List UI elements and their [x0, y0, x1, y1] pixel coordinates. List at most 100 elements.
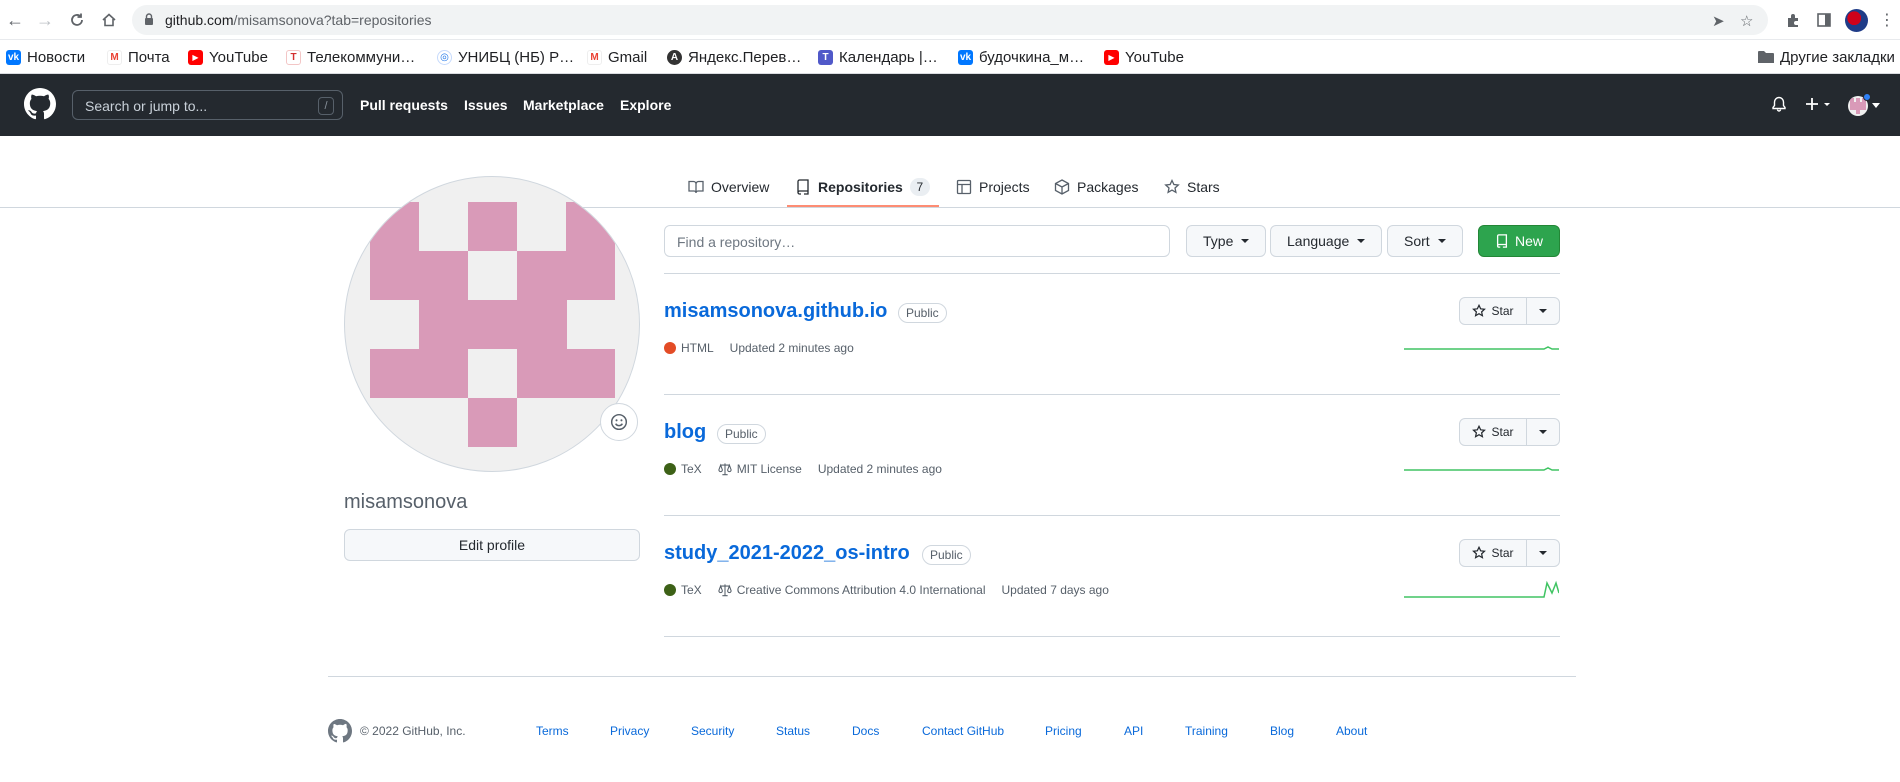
tab-overview[interactable]: Overview: [688, 168, 769, 206]
caret-down-icon: [1357, 239, 1366, 243]
footer-link-docs[interactable]: Docs: [852, 724, 879, 738]
bookmark-item[interactable]: A Яндекс.Перев…: [667, 46, 801, 68]
plus-icon: [1806, 98, 1830, 110]
nav-pull-requests[interactable]: Pull requests: [360, 97, 448, 113]
chevron-down-icon: [1872, 103, 1880, 108]
footer-link-status[interactable]: Status: [776, 724, 810, 738]
repo-meta: TeX MIT License Updated 2 minutes ago: [664, 462, 958, 476]
extensions-icon[interactable]: [1782, 9, 1804, 31]
create-new-menu[interactable]: [1805, 96, 1833, 117]
browser-profile-avatar[interactable]: [1845, 9, 1868, 32]
nav-marketplace[interactable]: Marketplace: [523, 97, 604, 113]
bookmark-item[interactable]: vk будочкина_м…: [958, 46, 1084, 68]
set-status-button[interactable]: [600, 403, 638, 441]
visibility-badge: Public: [717, 424, 766, 444]
sort-dropdown[interactable]: Sort: [1387, 225, 1463, 257]
teams-icon: T: [818, 49, 833, 65]
bookmark-item[interactable]: ◎ УНИБЦ (НБ) Р…: [437, 46, 574, 68]
footer-link-security[interactable]: Security: [691, 724, 734, 738]
nav-issues[interactable]: Issues: [464, 97, 508, 113]
tab-packages[interactable]: Packages: [1054, 168, 1138, 206]
repo-icon: [1496, 234, 1508, 248]
edit-profile-button[interactable]: Edit profile: [344, 529, 640, 561]
smiley-icon: [610, 413, 628, 431]
gmail-icon: M: [107, 49, 122, 65]
visibility-badge: Public: [898, 303, 947, 323]
repo-language: TeX: [664, 462, 702, 476]
back-arrow-icon[interactable]: ←: [4, 9, 26, 31]
bookmark-item[interactable]: T Календарь |…: [818, 46, 938, 68]
gmail-icon: M: [587, 49, 602, 65]
bookmark-item[interactable]: T Телекоммуни…: [286, 46, 415, 68]
caret-down-icon: [1539, 551, 1547, 555]
reload-icon[interactable]: [66, 9, 88, 31]
other-bookmarks[interactable]: Другие закладки: [1758, 46, 1895, 68]
tab-projects[interactable]: Projects: [956, 168, 1030, 206]
vk-icon: vk: [6, 49, 21, 65]
footer-link-about[interactable]: About: [1336, 724, 1367, 738]
notification-bell-icon[interactable]: [1771, 96, 1787, 117]
star-list-dropdown[interactable]: [1527, 419, 1559, 445]
star-button-group: Star: [1459, 418, 1560, 446]
search-input[interactable]: Search or jump to... /: [72, 90, 343, 120]
list-divider: [664, 515, 1560, 516]
activity-sparkline: [1404, 346, 1559, 350]
bookmark-item[interactable]: ▶ YouTube: [1104, 46, 1184, 68]
star-list-dropdown[interactable]: [1527, 540, 1559, 566]
tab-stars[interactable]: Stars: [1164, 168, 1220, 206]
chrome-menu-icon[interactable]: ⋮: [1876, 9, 1898, 31]
repo-license: Creative Commons Attribution 4.0 Interna…: [718, 583, 985, 597]
github-logo-icon[interactable]: [24, 88, 56, 120]
repo-updated: Updated 7 days ago: [1001, 583, 1109, 597]
star-button[interactable]: Star: [1460, 419, 1527, 445]
address-bar[interactable]: github.com/misamsonova?tab=repositories …: [132, 5, 1768, 35]
footer-link-api[interactable]: API: [1124, 724, 1143, 738]
forward-arrow-icon[interactable]: →: [34, 9, 56, 31]
send-icon[interactable]: ➤: [1712, 12, 1725, 30]
footer-link-blog[interactable]: Blog: [1270, 724, 1294, 738]
caret-down-icon: [1539, 430, 1547, 434]
repo-language: TeX: [664, 583, 702, 597]
star-icon: [1472, 425, 1487, 438]
bookmark-item[interactable]: vk Новости: [6, 46, 85, 68]
star-icon: [1472, 304, 1487, 317]
tab-repositories[interactable]: Repositories 7: [795, 168, 930, 206]
caret-down-icon: [1241, 239, 1250, 243]
package-icon: [1054, 179, 1070, 195]
footer-link-contact[interactable]: Contact GitHub: [922, 724, 1004, 738]
nav-explore[interactable]: Explore: [620, 97, 671, 113]
language-color-dot: [664, 342, 676, 354]
side-panel-icon[interactable]: [1813, 9, 1835, 31]
type-filter-dropdown[interactable]: Type: [1186, 225, 1267, 257]
star-button[interactable]: Star: [1460, 298, 1527, 324]
footer-link-terms[interactable]: Terms: [536, 724, 569, 738]
lock-icon: [145, 13, 153, 25]
new-repository-button[interactable]: New: [1478, 225, 1560, 257]
repo-link[interactable]: blog: [664, 421, 706, 444]
bookmark-item[interactable]: ▶ YouTube: [188, 46, 268, 68]
star-icon: [1472, 546, 1487, 559]
bookmarks-bar: vk Новости M Почта ▶ YouTube T Телекоммуни… …: [0, 40, 1900, 74]
footer-link-training[interactable]: Training: [1185, 724, 1228, 738]
home-icon[interactable]: [98, 9, 120, 31]
footer-link-pricing[interactable]: Pricing: [1045, 724, 1082, 738]
star-button-group: Star: [1459, 297, 1560, 325]
activity-sparkline: [1404, 580, 1559, 598]
bookmark-item[interactable]: M Gmail: [587, 46, 647, 68]
footer-copyright: © 2022 GitHub, Inc.: [360, 724, 466, 738]
find-repository-input[interactable]: Find a repository…: [664, 225, 1170, 257]
footer-link-privacy[interactable]: Privacy: [610, 724, 649, 738]
folder-icon: [1758, 51, 1774, 63]
bookmark-star-icon[interactable]: ☆: [1740, 12, 1753, 30]
language-color-dot: [664, 584, 676, 596]
profile-avatar: [344, 176, 640, 472]
repo-link[interactable]: misamsonova.github.io: [664, 300, 887, 323]
github-logo-icon[interactable]: [328, 719, 352, 743]
star-button[interactable]: Star: [1460, 540, 1527, 566]
star-list-dropdown[interactable]: [1527, 298, 1559, 324]
youtube-icon: ▶: [188, 49, 203, 65]
repo-link[interactable]: study_2021-2022_os-intro: [664, 542, 910, 565]
book-icon: [688, 180, 704, 194]
bookmark-item[interactable]: M Почта: [107, 46, 170, 68]
language-filter-dropdown[interactable]: Language: [1270, 225, 1383, 257]
